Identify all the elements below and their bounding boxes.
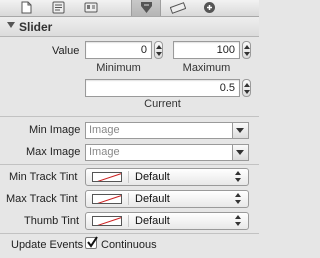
separator [128,193,129,205]
color-swatch-icon [92,216,122,226]
thumb-tint-popup[interactable]: Default [85,212,249,230]
max-image-placeholder: Image [89,146,120,158]
continuous-label[interactable]: Continuous [101,239,157,251]
min-image-combo[interactable]: Image [85,122,249,139]
divider [0,116,259,117]
max-track-tint-value: Default [135,193,170,205]
stepper-up-icon[interactable] [156,45,162,49]
update-events-label: Update Events [11,239,84,251]
minimum-value: 0 [140,44,147,56]
minimum-caption: Minimum [96,62,141,74]
current-value: 0.5 [219,82,235,94]
slider-section-header[interactable]: Slider [0,17,259,37]
max-image-dropdown-button[interactable] [232,145,248,160]
color-swatch-icon [92,194,122,204]
min-image-label: Min Image [29,124,81,136]
min-track-tint-value: Default [135,171,170,183]
stepper-down-icon[interactable] [156,52,162,56]
tab-attributes[interactable] [131,0,161,16]
stepper-up-icon[interactable] [244,45,250,49]
max-image-combo[interactable]: Image [85,144,249,161]
max-track-tint-popup[interactable]: Default [85,190,249,208]
stepper-up-icon[interactable] [244,83,250,87]
continuous-checkbox[interactable] [85,236,98,249]
popup-arrows-icon [235,171,242,183]
popup-arrows-icon [235,215,242,227]
size-ruler-icon[interactable] [169,1,187,14]
max-image-label: Max Image [26,146,81,158]
divider [0,164,259,165]
quick-help-icon[interactable] [52,1,66,14]
current-value-field[interactable]: 0.5 [85,79,240,97]
maximum-stepper[interactable] [242,41,251,59]
attributes-icon [140,1,154,14]
maximum-caption: Maximum [182,62,231,74]
maximum-value-field[interactable]: 100 [173,41,240,59]
minimum-value-field[interactable]: 0 [85,41,152,59]
disclosure-triangle-icon[interactable] [7,22,15,28]
min-track-tint-popup[interactable]: Default [85,168,249,186]
section-title: Slider [19,20,53,34]
connections-icon[interactable] [203,1,217,14]
max-track-tint-label: Max Track Tint [6,193,78,205]
minimum-stepper[interactable] [154,41,163,59]
current-stepper[interactable] [242,79,251,97]
value-label: Value [52,45,80,57]
min-image-dropdown-button[interactable] [232,123,248,138]
checkmark-icon [87,236,98,248]
chevron-down-icon [236,128,244,133]
thumb-tint-label: Thumb Tint [24,215,80,227]
stepper-down-icon[interactable] [244,52,250,56]
color-swatch-icon [92,172,122,182]
file-icon[interactable] [20,1,34,14]
divider [0,233,259,234]
current-caption: Current [144,98,181,110]
stepper-down-icon[interactable] [244,90,250,94]
inspector-toolbar [0,0,259,17]
min-image-placeholder: Image [89,124,120,136]
chevron-down-icon [236,150,244,155]
maximum-value: 100 [216,44,235,56]
identity-icon[interactable] [84,1,98,14]
popup-arrows-icon [235,193,242,205]
separator [128,171,129,183]
min-track-tint-label: Min Track Tint [9,171,78,183]
thumb-tint-value: Default [135,215,170,227]
separator [128,215,129,227]
